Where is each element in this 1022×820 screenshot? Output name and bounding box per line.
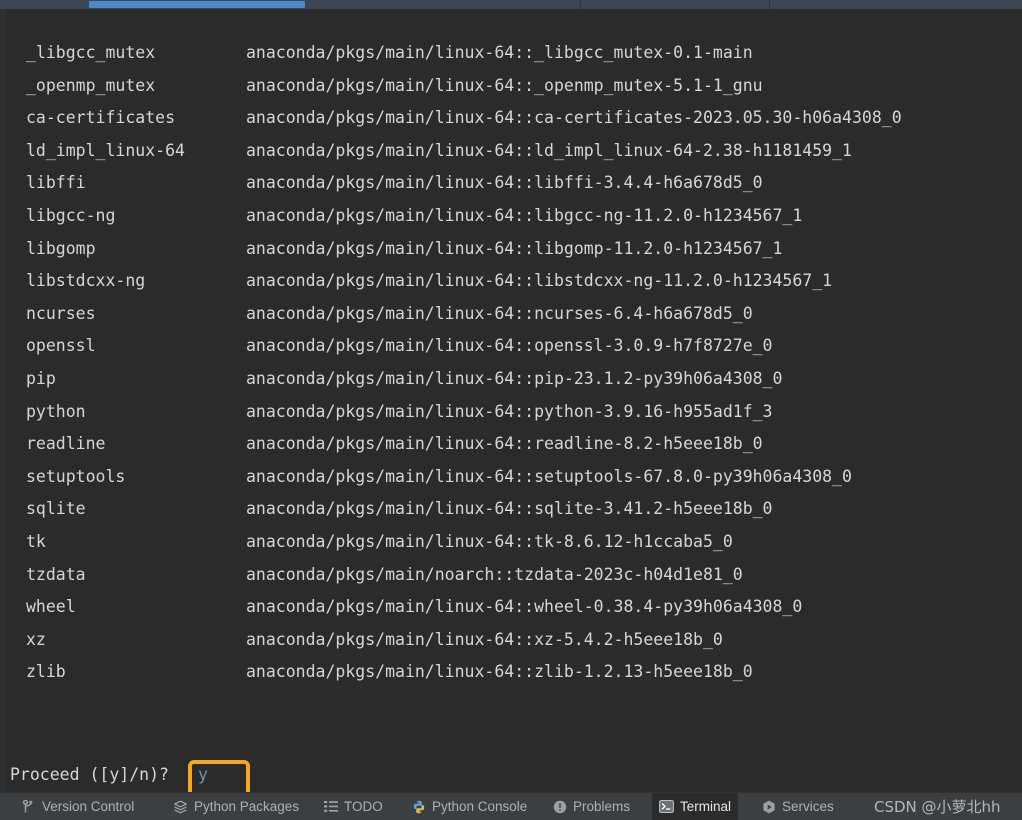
package-row: xz anaconda/pkgs/main/linux-64::xz-5.4.2-… [0,624,1022,657]
statusbar-item-label: Python Console [432,799,528,814]
package-name: tzdata [26,564,86,584]
terminal-output: _libgcc_mutex anaconda/pkgs/main/linux-64… [0,9,1022,792]
statusbar-item-terminal[interactable]: Terminal [652,793,739,820]
package-spec: anaconda/pkgs/main/linux-64::libgcc-ng-1… [246,206,803,225]
package-spec: anaconda/pkgs/main/linux-64::sqlite-3.41… [246,499,773,519]
active-tab-underline [89,1,305,8]
package-spec: anaconda/pkgs/main/linux-64::_libgcc_mut… [246,43,753,62]
package-name: libgcc-ng [26,206,116,225]
packages-icon [173,799,188,814]
proceed-answer-input[interactable]: y [198,759,208,792]
package-name: zlib [26,662,66,682]
package-name: ca-certificates [26,108,176,128]
statusbar-item-label: TODO [344,799,383,814]
package-row: pip anaconda/pkgs/main/linux-64::pip-23.1… [0,363,1022,396]
package-name: libgomp [26,238,96,258]
package-name: python [26,401,86,421]
package-spec: anaconda/pkgs/main/linux-64::tk-8.6.12-h… [246,532,733,551]
python-console-icon [411,799,426,814]
package-row: ca-certificates anaconda/pkgs/main/linux-… [0,102,1022,135]
package-spec: anaconda/pkgs/main/linux-64::libffi-3.4.… [246,173,763,193]
package-spec: anaconda/pkgs/main/linux-64::ld_impl_lin… [246,140,852,160]
statusbar-item-todo[interactable]: TODO [316,793,390,820]
package-name: xz [26,629,46,649]
package-row: libffi anaconda/pkgs/main/linux-64::libff… [0,167,1022,200]
todo-list-icon [323,799,338,814]
terminal-icon [659,799,674,814]
package-spec: anaconda/pkgs/main/linux-64::wheel-0.38.… [246,597,803,617]
package-name: openssl [26,336,96,356]
package-row: setuptools anaconda/pkgs/main/linux-64::s… [0,461,1022,494]
package-spec: anaconda/pkgs/main/linux-64::xz-5.4.2-h5… [246,629,723,649]
package-spec: anaconda/pkgs/main/linux-64::python-3.9.… [246,401,773,421]
editor-tab-strip [0,0,1022,9]
package-row: _libgcc_mutex anaconda/pkgs/main/linux-64… [0,37,1022,70]
package-row: wheel anaconda/pkgs/main/linux-64::wheel-… [0,591,1022,624]
services-play-icon [761,799,776,814]
statusbar-item-label: Python Packages [194,799,300,814]
package-row: tk anaconda/pkgs/main/linux-64::tk-8.6.12… [0,526,1022,559]
package-spec: anaconda/pkgs/main/linux-64::libgomp-11.… [246,238,783,258]
statusbar-item-label: Services [782,799,834,814]
package-row: tzdata anaconda/pkgs/main/noarch::tzdata-… [0,559,1022,592]
package-spec: anaconda/pkgs/main/linux-64::ncurses-6.4… [246,303,753,323]
package-row: libstdcxx-ng anaconda/pkgs/main/linux-64:… [0,265,1022,298]
package-row: zlib anaconda/pkgs/main/linux-64::zlib-1.… [0,656,1022,689]
package-name: _libgcc_mutex [26,43,156,62]
package-name: libstdcxx-ng [26,271,146,291]
package-spec: anaconda/pkgs/main/linux-64::ca-certific… [246,108,902,128]
statusbar-item-label: Version Control [42,799,135,814]
package-spec: anaconda/pkgs/main/linux-64::libstdcxx-n… [246,271,833,291]
terminal-panel[interactable]: _libgcc_mutex anaconda/pkgs/main/linux-64… [0,9,1022,792]
package-spec: anaconda/pkgs/main/linux-64::readline-8.… [246,434,763,454]
package-spec: anaconda/pkgs/main/linux-64::pip-23.1.2-… [246,369,783,388]
package-spec: anaconda/pkgs/main/linux-64::zlib-1.2.13… [246,662,753,682]
package-row: openssl anaconda/pkgs/main/linux-64::open… [0,330,1022,363]
problems-icon [552,799,567,814]
package-row: python anaconda/pkgs/main/linux-64::pytho… [0,396,1022,429]
pycharm-window: _libgcc_mutex anaconda/pkgs/main/linux-64… [0,0,1022,820]
statusbar-item-problems[interactable]: Problems [545,793,637,820]
tab-divider [580,0,581,9]
package-name: libffi [26,173,86,193]
package-row: ld_impl_linux-64 anaconda/pkgs/main/linux… [0,135,1022,168]
package-name: pip [26,369,56,388]
package-name: ncurses [26,303,96,323]
tab-divider [769,0,770,9]
package-name: setuptools [26,466,126,486]
package-spec: anaconda/pkgs/main/linux-64::openssl-3.0… [246,336,773,356]
package-row: readline anaconda/pkgs/main/linux-64::rea… [0,428,1022,461]
package-name: _openmp_mutex [26,75,156,95]
statusbar-item-python-packages[interactable]: Python Packages [166,793,306,820]
package-row: libgcc-ng anaconda/pkgs/main/linux-64::li… [0,200,1022,233]
package-name: wheel [26,597,76,617]
bottom-tool-window-bar: Version Control Python Packages TODO Python… [0,792,1022,820]
statusbar-item-version-control[interactable]: Version Control [14,793,141,820]
branch-icon [21,799,36,814]
package-spec: anaconda/pkgs/main/noarch::tzdata-2023c-… [246,564,743,584]
terminal-prompt-row: Proceed ([y]/n)? y [0,759,1022,792]
package-row: ncurses anaconda/pkgs/main/linux-64::ncur… [0,298,1022,331]
package-row: libgomp anaconda/pkgs/main/linux-64::libg… [0,233,1022,266]
package-spec: anaconda/pkgs/main/linux-64::_openmp_mut… [246,75,763,95]
statusbar-item-label: Terminal [680,799,732,814]
package-spec: anaconda/pkgs/main/linux-64::setuptools-… [246,466,852,486]
package-row: _openmp_mutex anaconda/pkgs/main/linux-64… [0,70,1022,103]
statusbar-item-python-console[interactable]: Python Console [404,793,534,820]
package-row: sqlite anaconda/pkgs/main/linux-64::sqlit… [0,493,1022,526]
csdn-watermark: CSDN @小萝北hh [874,798,1001,816]
package-name: readline [26,434,106,454]
proceed-prompt-label: Proceed ([y]/n)? [10,765,169,784]
statusbar-item-services[interactable]: Services [754,793,841,820]
package-name: ld_impl_linux-64 [26,140,185,160]
package-name: sqlite [26,499,86,519]
statusbar-item-label: Problems [573,799,631,814]
package-name: tk [26,532,46,551]
